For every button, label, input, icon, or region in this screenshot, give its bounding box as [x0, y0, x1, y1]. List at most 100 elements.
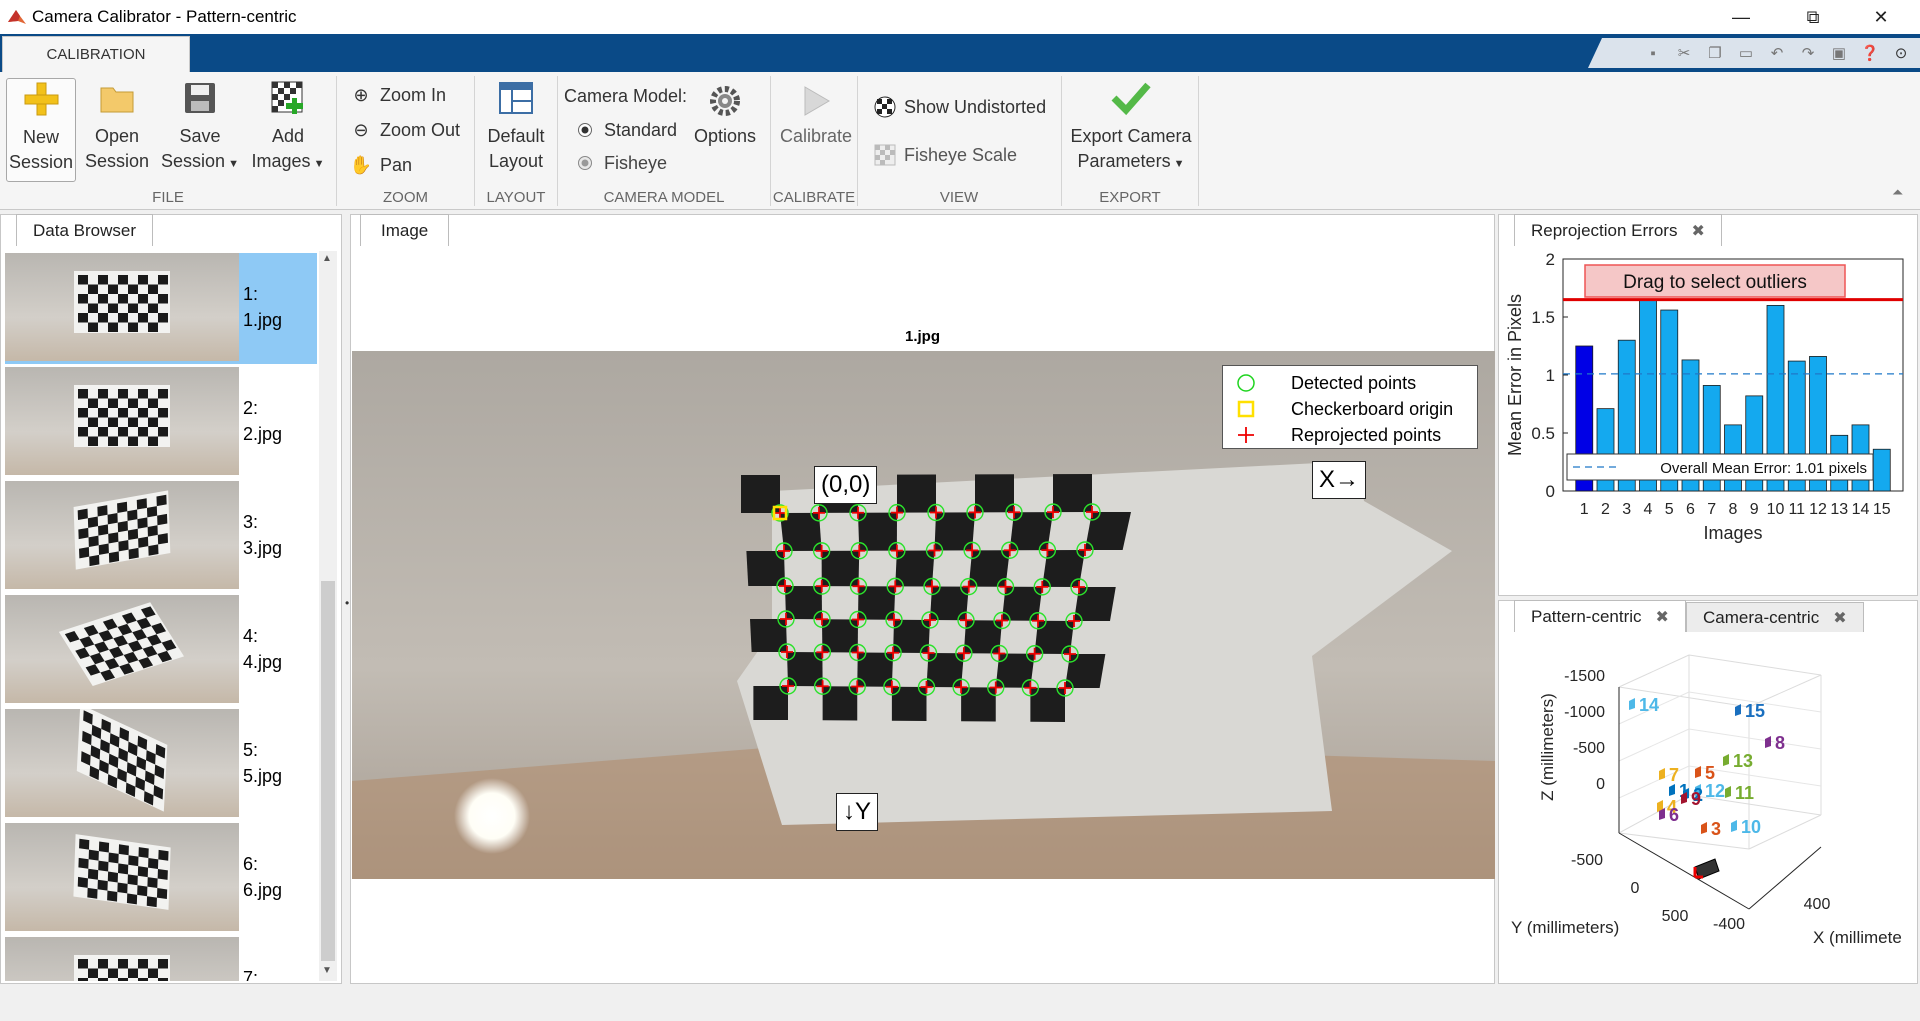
export-camera-parameters-button[interactable]: Export Camera Parameters ▼ [1068, 78, 1194, 177]
tab-calibration[interactable]: CALIBRATION [2, 36, 190, 72]
scroll-down-icon[interactable]: ▼ [322, 965, 332, 976]
z-tick-label: -1000 [1564, 704, 1605, 721]
ribbon-separator [857, 76, 858, 206]
add-images-label-1: Add [271, 126, 305, 146]
reprojection-errors-panel: 0 0.5 1 1.5 2 1 2 3 4 5 6 7 8 9 10 11 12 13 14 15 Drag to se… [1498, 214, 1918, 596]
bar [1872, 448, 1891, 492]
paste-icon[interactable]: ▭ [1735, 43, 1757, 63]
play-icon [796, 84, 836, 118]
new-session-label-2: Session [8, 152, 74, 172]
close-tab-icon[interactable]: ✖ [1691, 221, 1704, 241]
show-undistorted-button[interactable]: Show Undistorted [874, 96, 1046, 118]
image-panel: 1.jpg (0,0) X→ ↓Y Detected points Checke… [350, 214, 1495, 984]
maximize-button[interactable]: ⧉ [1790, 0, 1836, 34]
grid-line [1688, 728, 1822, 750]
legend-detected: Detected points [1235, 371, 1475, 395]
close-tab-icon[interactable]: ✖ [1833, 608, 1846, 628]
x-axis-title: X (millimete [1813, 928, 1902, 947]
tab-image[interactable]: Image [360, 214, 450, 246]
tab-reprojection-errors[interactable]: Reprojection Errors ✖ [1514, 214, 1722, 246]
x-axis-title: Images [1703, 523, 1762, 543]
close-tab-icon[interactable]: ✖ [1656, 607, 1669, 627]
list-item[interactable]: 4: 4.jpg [5, 595, 317, 706]
grid-line [1618, 654, 1690, 688]
scrollbar[interactable]: ▲ ▼ [319, 251, 337, 981]
copy-icon[interactable]: ❐ [1704, 43, 1726, 63]
extrinsics-3d-plot[interactable]: -1500 -1000 -500 0 -500 0 500 -400 400 Z (millime… [1499, 635, 1917, 983]
undo-icon[interactable]: ↶ [1766, 43, 1788, 63]
scroll-up-icon[interactable]: ▲ [322, 253, 332, 264]
ribbon-separator [770, 76, 771, 206]
legend-detected-label: Detected points [1291, 372, 1417, 393]
group-label-calibrate: CALIBRATE [772, 189, 856, 206]
list-item[interactable]: 3: 3.jpg [5, 481, 317, 592]
camera-label: 6 [1669, 805, 1679, 825]
camera-label: 5 [1705, 763, 1715, 783]
z-tick-label: -500 [1573, 740, 1605, 757]
y-tick-label: 2 [1546, 250, 1555, 269]
group-label-file: FILE [152, 189, 184, 206]
data-browser-tab-label: Data Browser [33, 220, 136, 240]
y-tick-label: -500 [1571, 852, 1603, 869]
thumbnail-label: 2: 2.jpg [243, 395, 282, 447]
group-label-zoom: ZOOM [383, 189, 428, 206]
tab-camera-centric[interactable]: Camera-centric ✖ [1686, 602, 1864, 632]
close-button[interactable]: ✕ [1858, 0, 1904, 34]
list-item[interactable]: 2: 2.jpg [5, 367, 317, 478]
thumbnail-image [5, 253, 239, 361]
zoom-in-button[interactable]: ⊕ Zoom In [350, 84, 446, 106]
panel-splitter-icon[interactable]: • [345, 596, 349, 610]
list-item[interactable]: 1: 1.jpg [5, 253, 317, 364]
switch-windows-icon[interactable]: ▣ [1828, 43, 1850, 63]
camera-marker [1659, 768, 1665, 780]
collapse-ribbon-icon[interactable]: ⏶ [1892, 184, 1903, 201]
camera-model-title: Camera Model: [564, 86, 688, 106]
pan-button[interactable]: ✋ Pan [350, 154, 412, 176]
y-tick-label: 500 [1662, 908, 1689, 925]
cut-icon[interactable]: ✂ [1673, 43, 1695, 63]
redo-icon[interactable]: ↷ [1797, 43, 1819, 63]
add-images-checkerboard-icon [268, 78, 308, 118]
fisheye-radio[interactable]: Fisheye [574, 152, 667, 174]
expand-icon[interactable]: ⊙ [1890, 43, 1912, 63]
default-layout-button[interactable]: Default Layout [478, 78, 554, 174]
thumbnail-label: 3: 3.jpg [243, 509, 282, 561]
mean-legend-text: Overall Mean Error: 1.01 pixels [1660, 460, 1867, 477]
checkerboard-square [893, 619, 930, 653]
open-session-label-1: Open [94, 126, 140, 146]
fisheye-scale-button[interactable]: Fisheye Scale [874, 144, 1017, 166]
open-session-button[interactable]: Open Session [82, 78, 152, 174]
zoom-in-label: Zoom In [380, 84, 447, 105]
reprojection-error-chart[interactable]: 00.511.521 2 3 4 5 6 7 8 9 10 11 12 13 14 15Drag to se… [1499, 249, 1917, 595]
radio-unselected-icon [574, 152, 596, 174]
scroll-thumb[interactable] [321, 581, 335, 961]
x-tick-label: 11 [1788, 501, 1805, 518]
export-label-1: Export Camera [1070, 126, 1192, 146]
standard-radio[interactable]: Standard [574, 119, 677, 141]
figure-title: 1.jpg [904, 328, 940, 345]
y-tick-label: 0 [1546, 482, 1555, 501]
options-button[interactable]: Options [688, 84, 762, 149]
zoom-out-button[interactable]: ⊖ Zoom Out [350, 119, 460, 141]
y-axis-title: Y (millimeters) [1511, 918, 1619, 937]
y-tick-label: 0 [1631, 880, 1640, 897]
tab-pattern-centric[interactable]: Pattern-centric ✖ [1514, 600, 1686, 632]
minimize-button[interactable]: — [1718, 0, 1764, 34]
help-icon[interactable]: ❓ [1859, 43, 1881, 63]
pan-label: Pan [380, 154, 413, 175]
calibrate-button[interactable]: Calibrate [776, 84, 856, 149]
show-undistorted-label: Show Undistorted [904, 96, 1047, 117]
tab-data-browser[interactable]: Data Browser [16, 214, 153, 246]
save-session-button[interactable]: Save Session ▼ [160, 78, 240, 177]
list-item[interactable]: 6: 6.jpg [5, 823, 317, 934]
list-item[interactable]: 5: 5.jpg [5, 709, 317, 820]
list-item[interactable]: 7: [5, 937, 317, 981]
save-icon[interactable]: ▪ [1642, 43, 1664, 63]
thumbnail-label: 5: 5.jpg [243, 737, 282, 789]
thumbnail-index: 1: [243, 284, 259, 304]
new-session-button[interactable]: New Session [6, 78, 76, 182]
add-images-button[interactable]: Add Images ▼ [248, 78, 328, 177]
z-axis-title: Z (millimeters) [1538, 693, 1557, 801]
thumbnail-image [5, 367, 239, 475]
z-tick-label: 0 [1596, 776, 1605, 793]
